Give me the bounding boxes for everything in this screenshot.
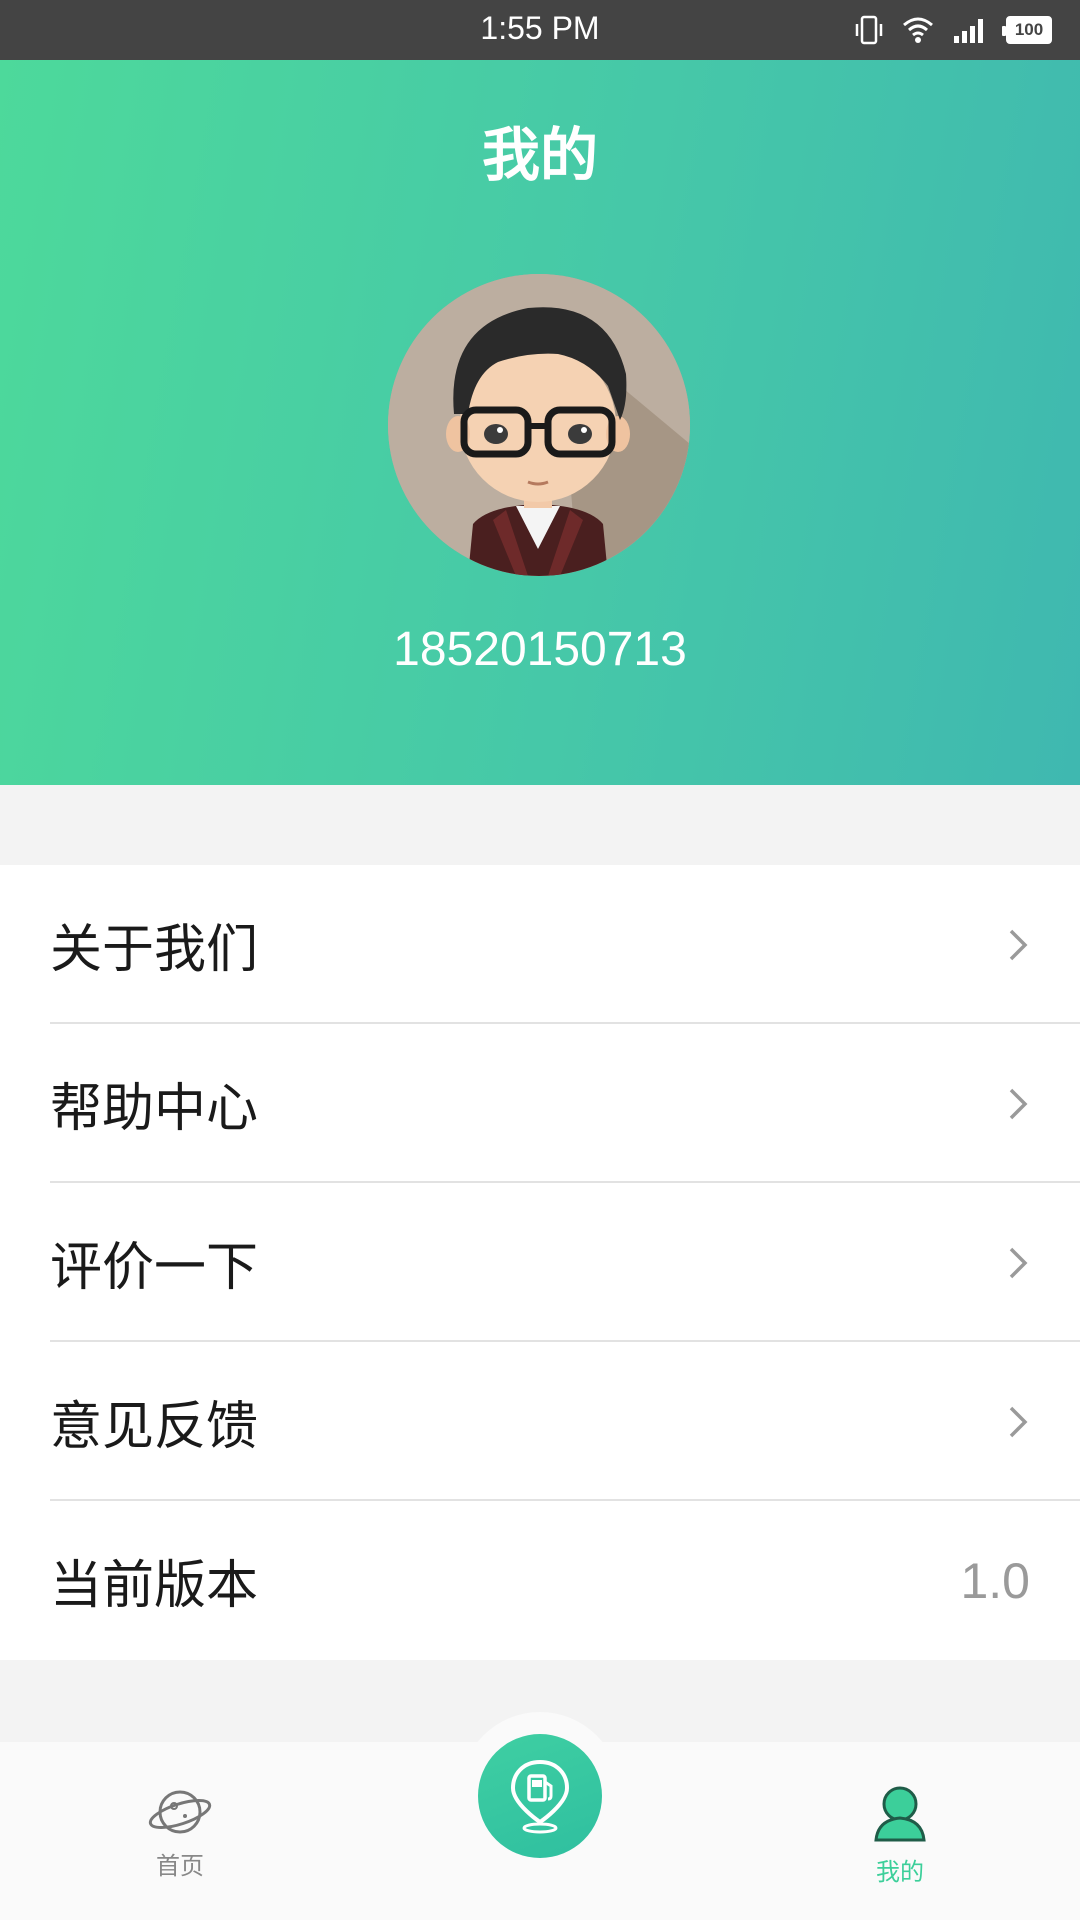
- fuel-location-icon: [510, 1759, 570, 1834]
- menu-item-version: 当前版本 1.0: [0, 1501, 1080, 1660]
- tab-home[interactable]: 首页: [80, 1742, 280, 1920]
- menu-list: 关于我们 帮助中心 评价一下 意见反馈 当前版本 1.0: [0, 865, 1080, 1660]
- profile-header: 我的 18520150713: [0, 60, 1080, 785]
- status-bar: 1:55 PM 100: [0, 0, 1080, 60]
- menu-item-about-us[interactable]: 关于我们: [0, 865, 1080, 1024]
- vibrate-icon: [855, 15, 883, 45]
- wifi-icon: [903, 17, 933, 43]
- tab-home-label: 首页: [156, 1852, 204, 1880]
- menu-item-label: 当前版本: [50, 1556, 259, 1616]
- tab-mine-label: 我的: [876, 1858, 924, 1886]
- menu-item-label: 帮助中心: [50, 1079, 259, 1139]
- signal-icon: [954, 19, 983, 43]
- battery-icon: 100: [1002, 16, 1052, 44]
- chevron-right-icon: [1009, 1247, 1028, 1278]
- menu-item-label: 评价一下: [50, 1238, 259, 1298]
- tab-mine[interactable]: 我的: [800, 1742, 1000, 1920]
- chevron-right-icon: [1009, 929, 1028, 960]
- menu-item-help-center[interactable]: 帮助中心: [0, 1024, 1080, 1183]
- menu-item-rate[interactable]: 评价一下: [0, 1183, 1080, 1342]
- menu-item-label: 意见反馈: [50, 1397, 259, 1457]
- center-fuel-button[interactable]: [478, 1734, 602, 1858]
- chevron-right-icon: [1009, 1088, 1028, 1119]
- avatar[interactable]: [388, 274, 690, 576]
- chevron-right-icon: [1009, 1406, 1028, 1437]
- phone-number: 18520150713: [393, 623, 687, 676]
- page-title: 我的: [481, 121, 598, 189]
- planet-icon: [148, 1790, 212, 1834]
- menu-item-label: 关于我们: [50, 920, 259, 980]
- version-value: 1.0: [960, 1552, 1030, 1609]
- user-icon: [874, 1786, 926, 1842]
- status-icons: 100: [854, 14, 1052, 46]
- avatar-illustration: [388, 274, 690, 576]
- menu-item-feedback[interactable]: 意见反馈: [0, 1342, 1080, 1501]
